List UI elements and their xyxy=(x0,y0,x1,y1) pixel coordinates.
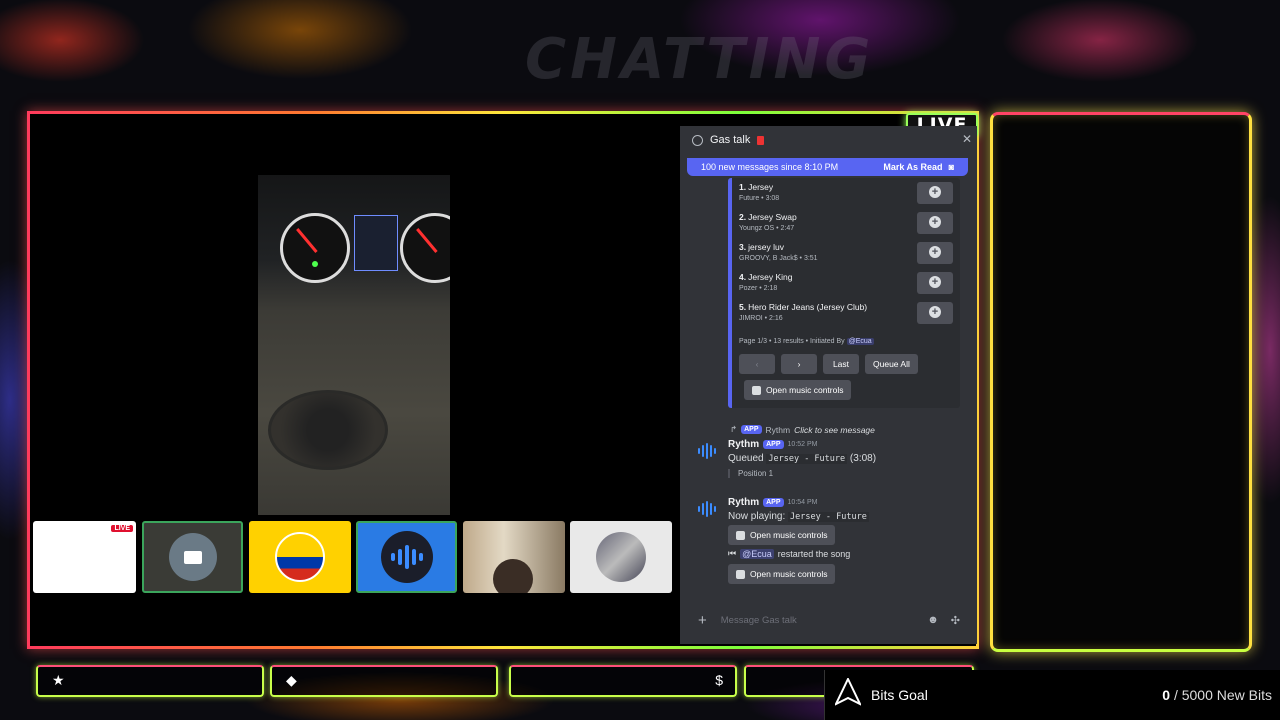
queue-position: Position 1 xyxy=(728,469,773,478)
chat-message: Rythm APP 10:52 PM Queued Jersey - Futur… xyxy=(692,439,967,484)
mark-as-read-button[interactable]: Mark As Read ◙ xyxy=(883,162,954,172)
add-song-button[interactable] xyxy=(917,272,953,294)
bits-gem-icon xyxy=(835,678,861,706)
message-time: 10:54 PM xyxy=(787,499,818,506)
add-song-button[interactable] xyxy=(917,212,953,234)
chatting-watermark: CHATTING xyxy=(525,27,875,92)
overlay-slot-2: ◆ xyxy=(270,665,498,697)
user-mention[interactable]: @Ecua xyxy=(740,548,774,559)
restart-icon: ⏮ xyxy=(728,548,737,558)
discord-chat-panel: Gas talk ✕ 100 new messages since 8:10 P… xyxy=(680,126,977,644)
video-camera-icon xyxy=(184,551,202,564)
overlay-slot-1: ★ xyxy=(36,665,264,697)
emoji-icon[interactable]: ☻ xyxy=(927,614,939,627)
ecuador-flag-avatar xyxy=(275,532,325,582)
controls-icon xyxy=(736,569,745,579)
bits-goal-label: Bits Goal xyxy=(871,687,928,703)
thread-icon xyxy=(692,134,703,146)
speedometer-gauge xyxy=(280,213,350,283)
song-title: jersey luv xyxy=(748,242,784,252)
channel-header: Gas talk xyxy=(680,126,977,154)
bits-goal-count: 0 / 5000 New Bits xyxy=(1162,687,1272,703)
dollar-icon: $ xyxy=(715,672,723,688)
prev-page-button[interactable]: ‹ xyxy=(739,354,775,374)
sound-wave-icon xyxy=(390,545,423,569)
song-result: 1. Jersey Future • 3:08 xyxy=(739,182,953,210)
open-music-controls-button[interactable]: Open music controls xyxy=(728,525,836,545)
song-result: 3. jersey luv GROOVY, B Jack$ • 3:51 xyxy=(739,242,953,270)
restart-notice: ⏮ @Ecua restarted the song xyxy=(728,548,851,559)
add-song-button[interactable] xyxy=(917,302,953,324)
bits-goal-widget: Bits Goal 0 / 5000 New Bits xyxy=(824,670,1280,720)
participant-tile-rythm[interactable] xyxy=(356,521,457,593)
participant-face xyxy=(493,559,533,593)
star-icon: ★ xyxy=(52,672,65,688)
song-result: 5. Hero Rider Jeans (Jersey Club) JIMROI … xyxy=(739,302,953,330)
message-composer[interactable]: + Message Gas talk ☻ ✣ xyxy=(688,606,970,634)
open-music-controls-button[interactable]: Open music controls xyxy=(744,380,852,400)
participant-tiles: LIVE xyxy=(33,521,673,593)
message-time: 10:52 PM xyxy=(787,441,818,448)
next-page-button[interactable]: › xyxy=(781,354,817,374)
app-tag: APP xyxy=(763,498,784,507)
song-result: 4. Jersey King Pozer • 2:18 xyxy=(739,272,953,300)
reply-reference[interactable]: ↱ APP Rythm Click to see message xyxy=(730,424,875,435)
dash-display xyxy=(354,215,398,271)
add-attachment-icon[interactable]: + xyxy=(698,612,707,629)
message-body: Now playing: Jersey - Future xyxy=(728,511,869,522)
song-title: Hero Rider Jeans (Jersey Club) xyxy=(748,302,868,312)
reply-arrow-icon: ↱ xyxy=(730,424,738,434)
new-messages-text: 100 new messages since 8:10 PM xyxy=(701,162,839,172)
message-input[interactable]: Message Gas talk xyxy=(721,615,797,626)
embed-footer: Page 1/3 • 13 results • Initiated By @Ec… xyxy=(739,338,874,345)
song-result: 2. Jersey Swap Youngz OS • 2:47 xyxy=(739,212,953,240)
participant-tile-camera-off[interactable] xyxy=(142,521,243,593)
main-video-feed[interactable] xyxy=(258,175,450,515)
author-name[interactable]: Rythm xyxy=(728,439,759,450)
participant-photo-avatar xyxy=(596,532,646,582)
participant-tile-webcam[interactable] xyxy=(463,521,565,593)
author-name[interactable]: Rythm xyxy=(728,497,759,508)
channel-name: Gas talk xyxy=(710,134,751,146)
close-icon[interactable]: ✕ xyxy=(962,132,972,146)
song-title: Jersey xyxy=(748,182,774,192)
add-song-button[interactable] xyxy=(917,242,953,264)
rythm-avatar-icon[interactable] xyxy=(698,501,716,517)
song-title: Jersey King xyxy=(748,272,793,282)
mark-read-icon: ◙ xyxy=(948,162,954,172)
last-page-button[interactable]: Last xyxy=(823,354,859,374)
search-results-embed: 1.Jersey Future • 3:08 2.Jersey Swap You… xyxy=(728,178,960,408)
controls-icon xyxy=(752,385,761,395)
pagination-controls: ‹ › Last Queue All xyxy=(739,354,918,374)
rythm-avatar-icon[interactable] xyxy=(698,443,716,459)
cup-holder xyxy=(268,390,388,470)
add-song-button[interactable] xyxy=(917,182,953,204)
new-messages-banner[interactable]: 100 new messages since 8:10 PM Mark As R… xyxy=(687,158,968,176)
message-body: Queued Jersey - Future (3:08) xyxy=(728,453,877,464)
tachometer-gauge xyxy=(400,213,450,283)
side-panel-frame xyxy=(990,112,1252,652)
queue-all-button[interactable]: Queue All xyxy=(865,354,918,374)
app-tag: APP xyxy=(741,425,762,434)
apps-icon[interactable]: ✣ xyxy=(951,614,960,627)
fuel-pump-emoji xyxy=(757,135,765,145)
indicator-light xyxy=(312,261,318,267)
song-code: Jersey - Future xyxy=(766,454,848,464)
app-tag: APP xyxy=(763,440,784,449)
overlay-slot-3: $ xyxy=(509,665,737,697)
song-title: Jersey Swap xyxy=(748,212,797,222)
user-mention[interactable]: @Ecua xyxy=(846,338,874,345)
participant-tile-ecuador[interactable] xyxy=(249,521,351,593)
mini-live-badge: LIVE xyxy=(111,525,133,532)
song-code: Jersey - Future xyxy=(788,512,869,522)
chat-preview-tile[interactable]: LIVE xyxy=(33,521,136,593)
diamond-icon: ◆ xyxy=(286,672,297,688)
open-music-controls-button[interactable]: Open music controls xyxy=(728,564,836,584)
participant-tile-photo[interactable] xyxy=(570,521,672,593)
controls-icon xyxy=(736,530,745,540)
